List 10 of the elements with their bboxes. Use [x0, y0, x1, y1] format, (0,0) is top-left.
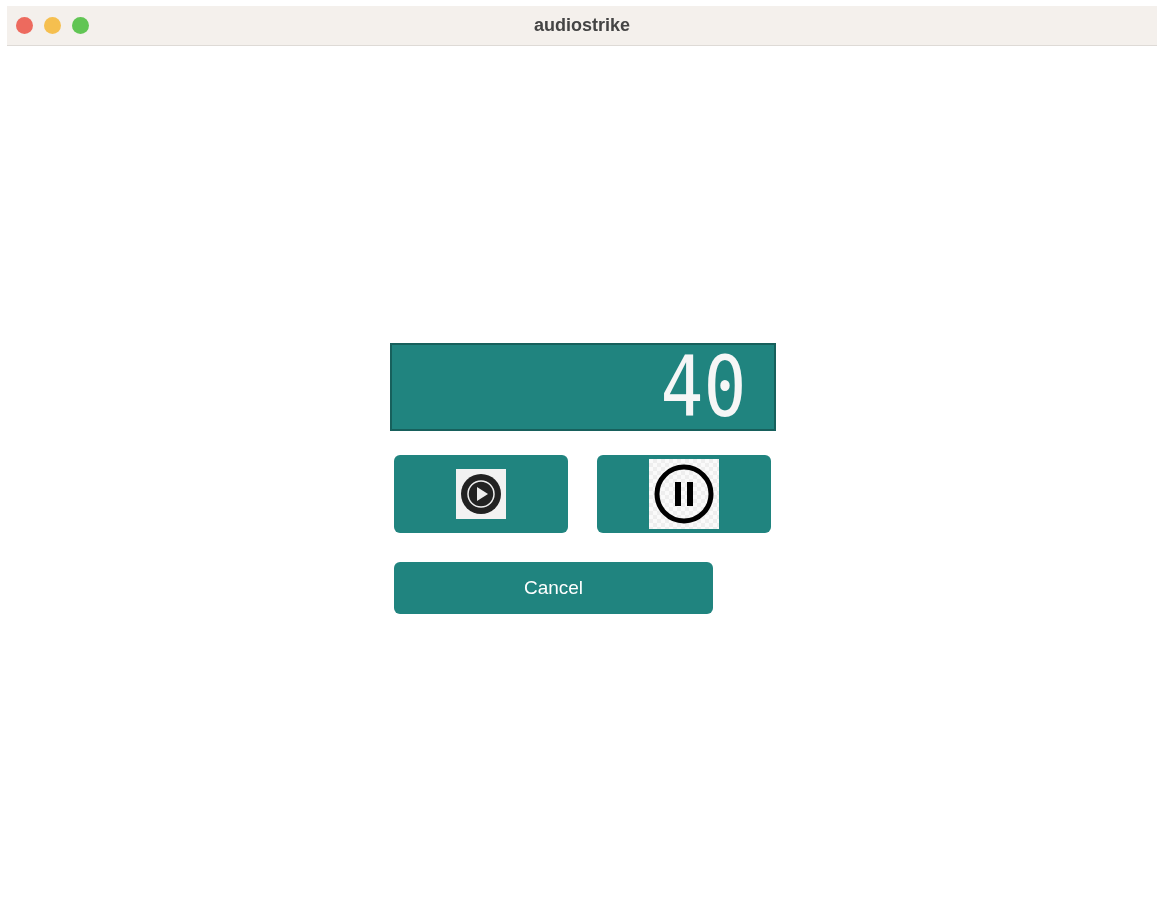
cancel-button[interactable]: Cancel [394, 562, 713, 614]
pause-button[interactable] [597, 455, 771, 533]
play-button[interactable] [394, 455, 568, 533]
window-title: audiostrike [534, 15, 630, 35]
close-icon[interactable] [16, 17, 33, 34]
counter-reading: 40 [660, 345, 747, 429]
pause-icon [649, 459, 719, 529]
zoom-icon[interactable] [72, 17, 89, 34]
minimize-icon[interactable] [44, 17, 61, 34]
play-icon [456, 469, 506, 519]
